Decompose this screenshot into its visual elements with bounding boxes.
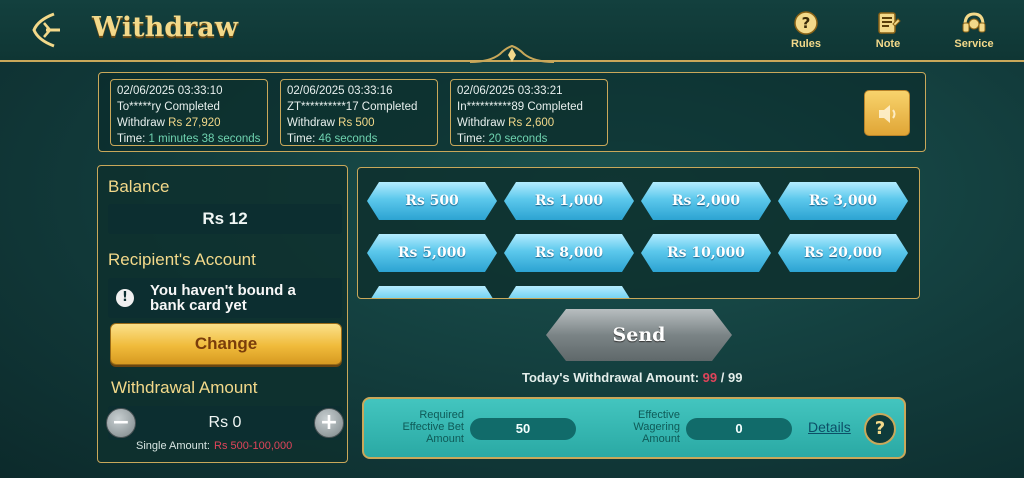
rules-button[interactable]: ? Rules <box>776 10 836 50</box>
required-bet-label-line: Required <box>419 409 464 421</box>
ticker-time-value: 1 minutes 38 seconds <box>148 133 261 145</box>
ticker-status: In**********89 Completed <box>457 101 583 113</box>
amount-input[interactable]: Rs 0 <box>148 406 302 440</box>
warning-text: You haven't bound a bank card yet <box>150 282 296 314</box>
service-button[interactable]: Service <box>944 10 1004 50</box>
recipient-title: Recipient's Account <box>108 250 256 269</box>
note-icon <box>875 10 901 36</box>
ticker-time-value: 20 seconds <box>488 133 548 145</box>
effective-wagering-label-line: Amount <box>642 433 680 445</box>
minus-icon: − <box>111 410 131 435</box>
balance-value: Rs 12 <box>202 209 248 228</box>
service-label: Service <box>954 38 994 50</box>
ticker-time-label: Time: <box>287 133 316 145</box>
details-link[interactable]: Details <box>808 419 851 435</box>
amount-option-button[interactable]: Rs 8,000 <box>504 234 634 272</box>
effective-wagering-label: Effective Wagering Amount <box>600 409 680 445</box>
today-max: 99 <box>728 370 743 385</box>
question-icon: ? <box>874 418 886 439</box>
ticker-amount-row: Withdraw Rs 2,600 <box>457 115 601 131</box>
ticker-withdraw-label: Withdraw <box>457 117 505 129</box>
ticker-time-row: Time: 1 minutes 38 seconds <box>117 131 261 147</box>
amount-option-button[interactable]: Rs 10,000 <box>641 234 771 272</box>
send-button[interactable]: Send <box>546 309 732 361</box>
required-bet-label-line: Effective Bet <box>402 421 464 433</box>
ticker-status: ZT**********17 Completed <box>287 101 418 113</box>
bank-card-warning: ! You haven't bound a bank card yet <box>108 278 342 318</box>
single-amount-range: Rs 500-100,000 <box>214 440 293 452</box>
svg-text:?: ? <box>802 14 811 32</box>
ticker-datetime: 02/06/2025 03:33:16 <box>287 85 393 97</box>
page-title: Withdraw <box>92 12 239 43</box>
back-arrow-icon <box>32 12 60 48</box>
help-button[interactable]: ? <box>864 413 896 445</box>
required-bet-label-line: Amount <box>426 433 464 445</box>
question-icon: ? <box>793 10 819 36</box>
plus-icon: + <box>319 410 339 435</box>
amount-option-button[interactable]: Rs 1,000 <box>504 182 634 220</box>
ticker-time-label: Time: <box>457 133 486 145</box>
ticker-card: 02/06/2025 03:33:16 ZT**********17 Compl… <box>280 79 438 146</box>
header-ornament <box>470 44 554 63</box>
back-button[interactable] <box>28 10 62 50</box>
today-separator: / <box>720 370 725 385</box>
effective-wagering-label-line: Wagering <box>633 421 680 433</box>
amount-option-button-partial[interactable] <box>367 286 497 298</box>
today-current: 99 <box>702 370 718 385</box>
ticker-time-row: Time: 20 seconds <box>457 131 601 147</box>
ticker-amount-row: Withdraw Rs 27,920 <box>117 115 261 131</box>
note-button[interactable]: Note <box>858 10 918 50</box>
withdrawal-ticker: 02/06/2025 03:33:10 To*****ry Completed … <box>98 72 926 152</box>
change-button[interactable]: Change <box>110 323 342 365</box>
amount-option-button[interactable]: Rs 20,000 <box>778 234 908 272</box>
effective-wagering-label-line: Effective <box>638 409 680 421</box>
amount-option-button[interactable]: Rs 500 <box>367 182 497 220</box>
ticker-amount: Rs 2,600 <box>508 117 555 129</box>
ticker-amount-row: Withdraw Rs 500 <box>287 115 431 131</box>
headset-icon <box>961 10 987 36</box>
ticker-card: 02/06/2025 03:33:21 In**********89 Compl… <box>450 79 608 146</box>
amount-stepper: − Rs 0 + <box>106 406 344 440</box>
ticker-time-row: Time: 46 seconds <box>287 131 431 147</box>
ticker-amount: Rs 500 <box>338 117 375 129</box>
effective-wagering-value: 0 <box>686 418 792 440</box>
wagering-panel: Required Effective Bet Amount 50 Effecti… <box>362 397 906 459</box>
ticker-time-label: Time: <box>117 133 146 145</box>
amount-option-button[interactable]: Rs 3,000 <box>778 182 908 220</box>
single-amount-label: Single Amount: <box>136 440 210 452</box>
ticker-card: 02/06/2025 03:33:10 To*****ry Completed … <box>110 79 268 146</box>
exclamation-icon: ! <box>116 289 134 307</box>
amount-option-button[interactable]: Rs 2,000 <box>641 182 771 220</box>
sound-toggle-button[interactable] <box>864 90 910 136</box>
rules-label: Rules <box>791 38 821 50</box>
withdrawal-amount-title: Withdrawal Amount <box>111 378 258 397</box>
ticker-datetime: 02/06/2025 03:33:21 <box>457 85 563 97</box>
today-label: Today's Withdrawal Amount: <box>522 370 700 385</box>
increase-button[interactable]: + <box>314 408 344 438</box>
required-bet-label: Required Effective Bet Amount <box>384 409 464 445</box>
single-amount-limit: Single Amount: Rs 500-100,000 <box>136 440 292 452</box>
required-bet-value: 50 <box>470 418 576 440</box>
balance-title: Balance <box>108 177 170 196</box>
quick-amount-grid: Rs 500 Rs 1,000 Rs 2,000 Rs 3,000 Rs 5,0… <box>357 167 920 299</box>
ticker-datetime: 02/06/2025 03:33:10 <box>117 85 223 97</box>
ticker-time-value: 46 seconds <box>318 133 378 145</box>
today-withdrawal-amount: Today's Withdrawal Amount: 99 / 99 <box>522 370 742 385</box>
ticker-amount: Rs 27,920 <box>168 117 221 129</box>
ticker-status: To*****ry Completed <box>117 101 220 113</box>
decrease-button[interactable]: − <box>106 408 136 438</box>
account-panel: Balance Rs 12 Recipient's Account ! You … <box>97 165 348 463</box>
ticker-withdraw-label: Withdraw <box>117 117 165 129</box>
ticker-withdraw-label: Withdraw <box>287 117 335 129</box>
note-label: Note <box>875 38 901 50</box>
speaker-icon <box>879 105 896 123</box>
amount-option-button[interactable]: Rs 5,000 <box>367 234 497 272</box>
balance-box: Rs 12 <box>108 204 342 234</box>
amount-option-button-partial[interactable] <box>504 286 634 298</box>
